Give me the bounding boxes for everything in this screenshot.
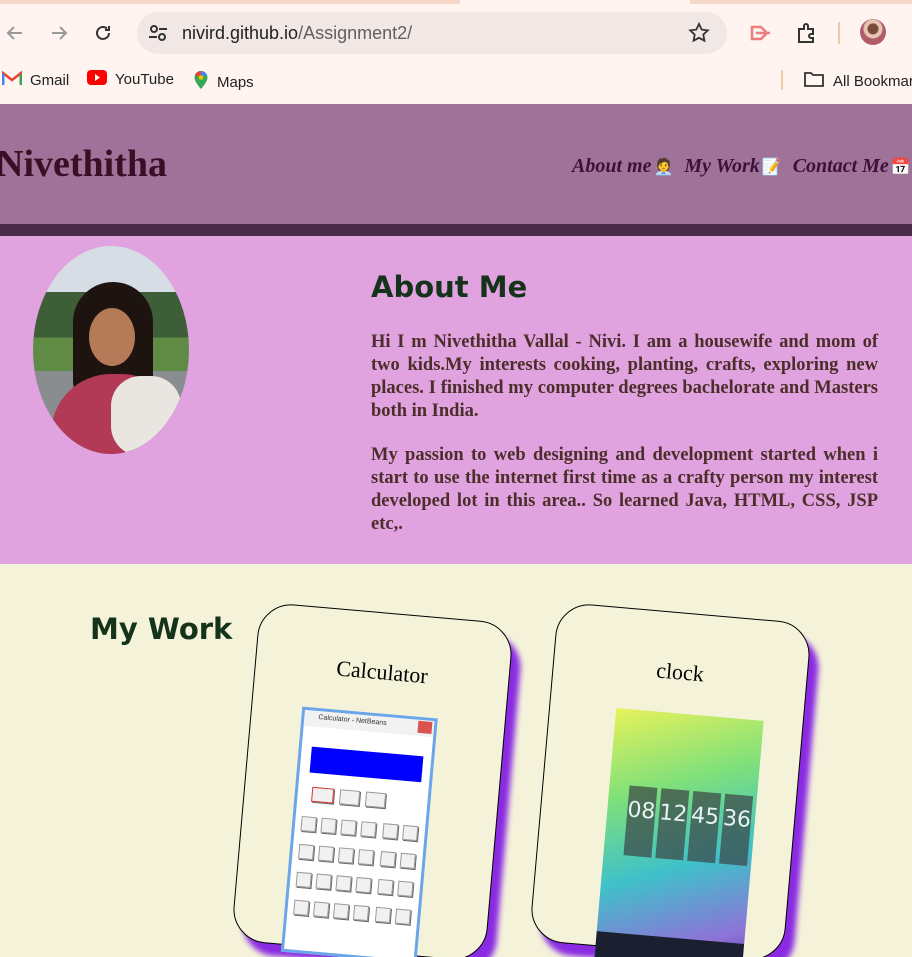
bookmark-maps[interactable]: Maps <box>193 70 254 94</box>
url-domain: nivird.github.io <box>182 23 299 43</box>
bookmark-label: YouTube <box>115 71 174 88</box>
bookmark-youtube[interactable]: YouTube <box>87 70 174 89</box>
extensions-icon[interactable] <box>792 18 822 48</box>
all-bookmarks-label: All Bookmar <box>833 72 912 90</box>
about-title: About Me <box>371 270 528 304</box>
back-icon[interactable] <box>2 20 28 46</box>
close-icon <box>417 720 433 734</box>
clock-digits: 08 12 45 36 <box>623 785 754 866</box>
clock-digit: 12 <box>655 788 690 861</box>
url-path: /Assignment2/ <box>298 23 413 43</box>
about-paragraph-2: My passion to web designing and developm… <box>371 445 878 534</box>
nav-link-work[interactable]: My Work 📝 <box>684 155 781 177</box>
address-bar[interactable]: nivird.github.io/Assignment2/ <box>137 12 727 54</box>
gmail-icon <box>1 70 23 90</box>
reload-icon[interactable] <box>90 20 116 46</box>
tab-strip <box>0 0 912 4</box>
url-text[interactable]: nivird.github.io/Assignment2/ <box>182 23 412 44</box>
maps-icon <box>193 70 209 94</box>
clock-digit: 36 <box>719 793 754 866</box>
toolbar-divider <box>838 22 840 44</box>
profile-photo <box>33 246 189 454</box>
folder-icon <box>803 70 825 92</box>
bookmarks-bar: Gmail YouTube Maps All Bookmar <box>0 66 912 94</box>
work-title: My Work <box>90 612 233 646</box>
person-icon: 🧑‍💼 <box>653 159 674 176</box>
nav-link-about[interactable]: About me 🧑‍💼 <box>572 155 673 177</box>
calc-window-title: Calculator - NetBeans <box>303 709 435 738</box>
calendar-icon: 📅 <box>890 159 911 176</box>
bookmarks-divider <box>781 70 783 90</box>
bookmark-gmail[interactable]: Gmail <box>1 70 70 90</box>
nav-link-contact[interactable]: Contact Me 📅 <box>793 155 911 177</box>
bookmark-star-icon[interactable] <box>687 21 711 50</box>
clock-screenshot[interactable]: 08 12 45 36 <box>593 707 764 957</box>
cast-icon[interactable] <box>746 18 776 48</box>
site-info-icon[interactable] <box>147 22 169 49</box>
site-nav: About me 🧑‍💼 My Work 📝 Contact Me 📅 <box>572 155 912 178</box>
youtube-icon <box>87 70 107 89</box>
bookmark-label: Gmail <box>30 71 70 89</box>
work-card-calculator[interactable]: Calculator Calculator - NetBeans <box>230 601 515 957</box>
work-card-clock[interactable]: clock 08 12 45 36 <box>528 601 813 957</box>
all-bookmarks[interactable]: All Bookmar <box>803 70 912 92</box>
forward-icon[interactable] <box>46 20 72 46</box>
bookmark-label: Maps <box>217 73 254 91</box>
card-title: clock <box>655 657 705 687</box>
browser-chrome: nivird.github.io/Assignment2/ Gmail YouT… <box>0 0 912 104</box>
header-bottom-bar <box>0 224 912 236</box>
card-title: Calculator <box>335 655 429 689</box>
clock-digit: 45 <box>687 791 722 864</box>
calc-display <box>309 746 424 783</box>
clock-digit: 08 <box>623 785 658 858</box>
profile-avatar[interactable] <box>860 19 886 45</box>
clock-footer <box>593 931 745 957</box>
site-name: Nivethitha <box>0 143 167 185</box>
memo-icon: 📝 <box>761 159 782 176</box>
calculator-screenshot[interactable]: Calculator - NetBeans <box>280 706 438 957</box>
about-paragraph-1: Hi I m Nivethitha Vallal - Nivi. I am a … <box>371 332 878 421</box>
